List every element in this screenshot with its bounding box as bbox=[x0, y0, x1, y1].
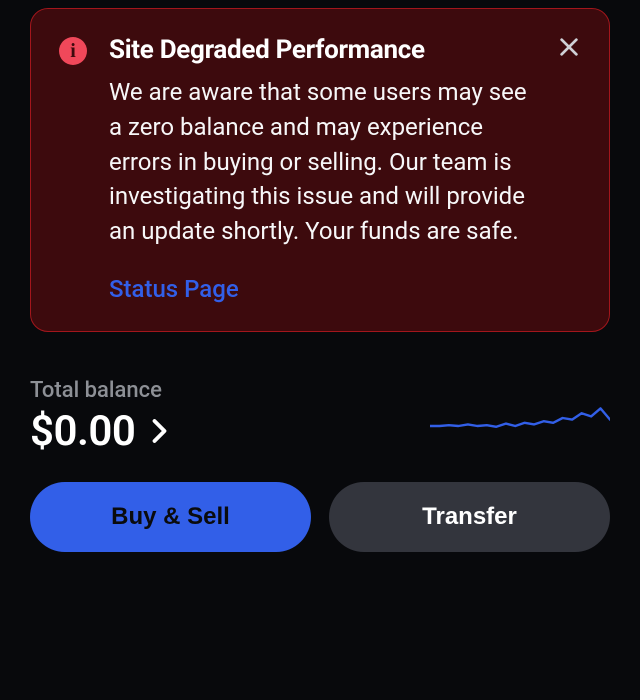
balance-amount: $0.00 bbox=[30, 407, 135, 456]
close-icon bbox=[558, 36, 580, 58]
status-page-link[interactable]: Status Page bbox=[109, 275, 541, 303]
alert-title: Site Degraded Performance bbox=[109, 35, 541, 65]
transfer-button[interactable]: Transfer bbox=[329, 482, 610, 552]
alert-icon-wrap: i bbox=[59, 35, 87, 303]
balance-section: Total balance $0.00 bbox=[30, 378, 610, 456]
info-error-icon: i bbox=[59, 37, 87, 65]
alert-message: We are aware that some users may see a z… bbox=[109, 75, 541, 249]
alert-banner: i Site Degraded Performance We are aware… bbox=[30, 8, 610, 332]
action-row: Buy & Sell Transfer bbox=[30, 482, 610, 552]
alert-body: Site Degraded Performance We are aware t… bbox=[109, 35, 581, 303]
balance-label: Total balance bbox=[30, 378, 169, 403]
balance-button[interactable]: $0.00 bbox=[30, 407, 169, 456]
chevron-right-icon bbox=[149, 421, 169, 441]
close-button[interactable] bbox=[553, 31, 585, 63]
buy-sell-button[interactable]: Buy & Sell bbox=[30, 482, 311, 552]
sparkline-chart bbox=[430, 402, 610, 450]
